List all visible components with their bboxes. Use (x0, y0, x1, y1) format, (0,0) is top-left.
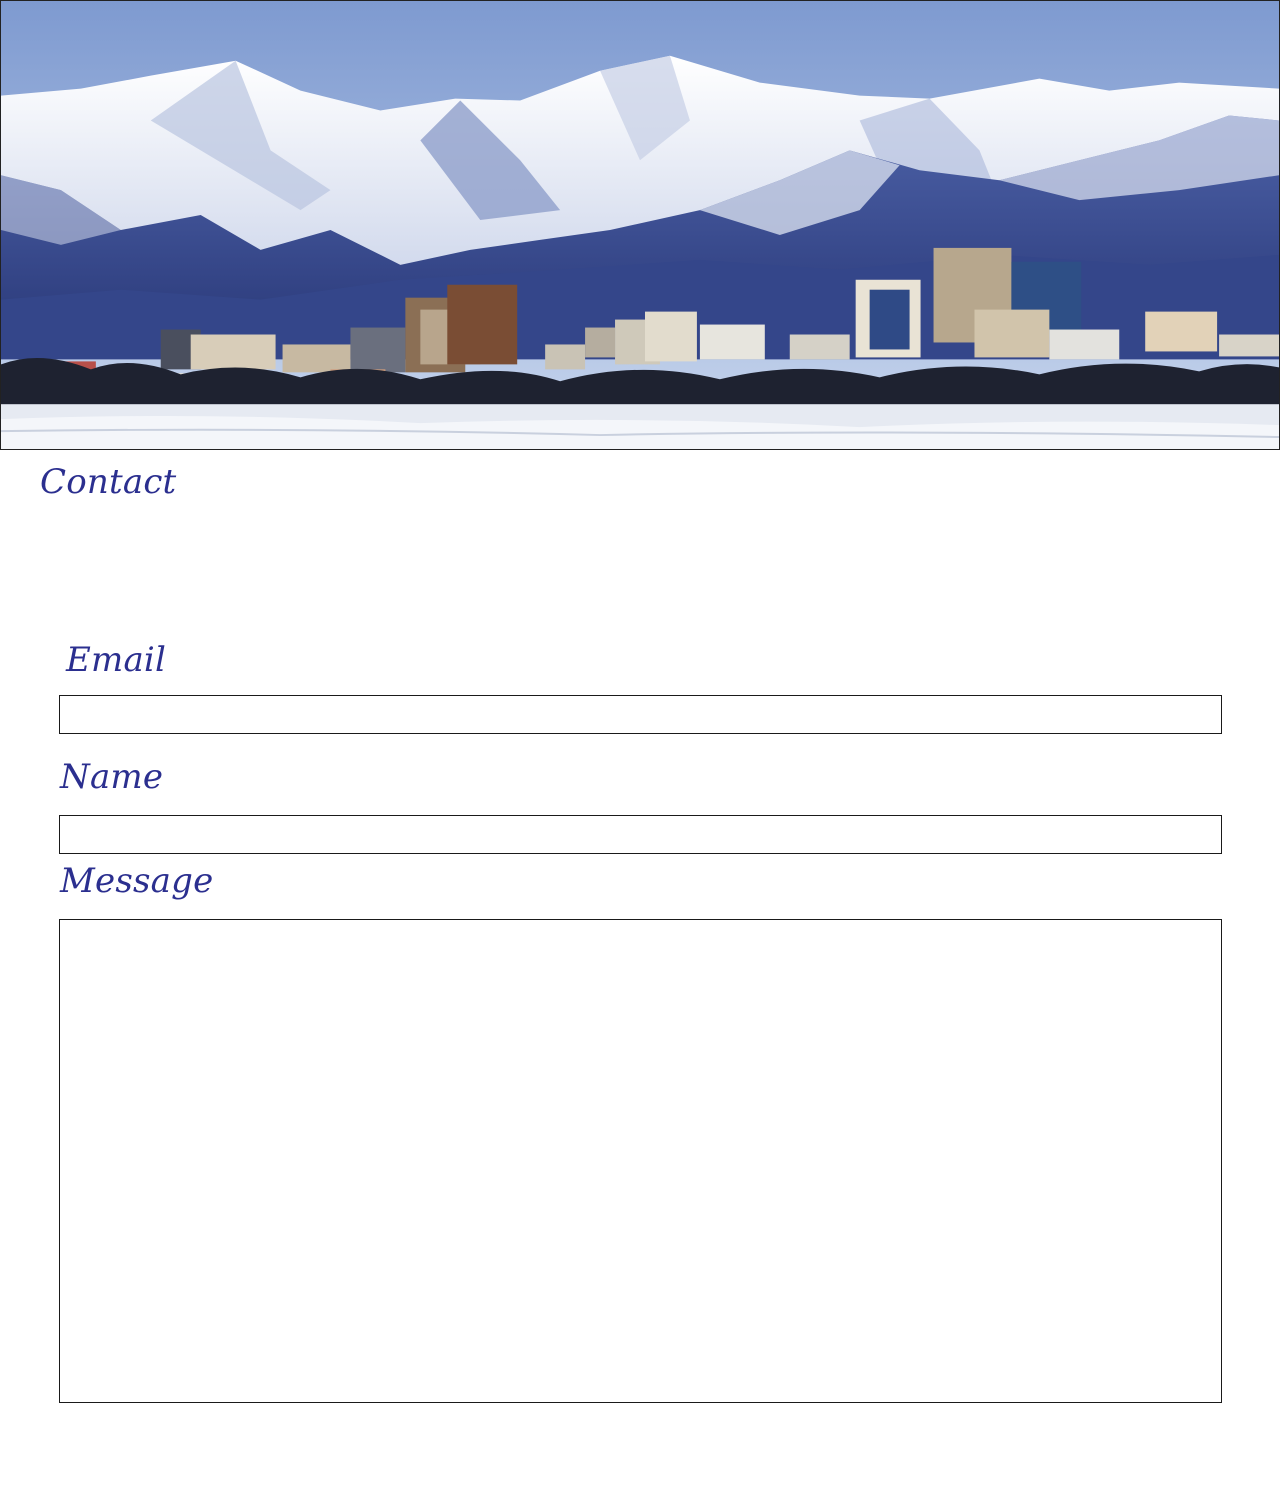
hero-image (0, 0, 1280, 450)
page-title: Contact (40, 462, 177, 502)
message-textarea[interactable] (59, 919, 1222, 1403)
name-field[interactable] (59, 815, 1222, 854)
email-label: Email (66, 640, 167, 680)
message-label: Message (60, 861, 214, 901)
anchorage-skyline-mountains-image (1, 1, 1279, 449)
email-field[interactable] (59, 695, 1222, 734)
name-label: Name (60, 757, 164, 797)
